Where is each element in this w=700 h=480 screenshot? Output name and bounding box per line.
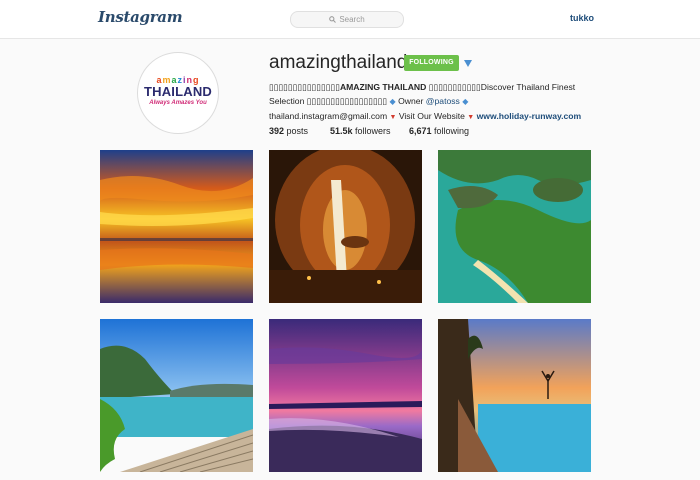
following-count[interactable]: 6,671 following bbox=[409, 126, 469, 136]
search-input[interactable]: Search bbox=[290, 11, 404, 28]
photo-cave-waterfall[interactable] bbox=[269, 150, 422, 303]
bio-line-3: thailand.instagram@gmail.com ▼ Visit Our… bbox=[269, 111, 582, 121]
photo-aerial-island[interactable] bbox=[438, 150, 591, 303]
current-user-link[interactable]: tukko bbox=[570, 13, 594, 23]
contact-email: thailand.instagram@gmail.com bbox=[269, 111, 390, 121]
followers-count[interactable]: 51.5k followers bbox=[330, 126, 391, 136]
photo-sunset-reflection[interactable] bbox=[100, 150, 253, 303]
bio-line-1: ▯▯▯▯▯▯▯▯▯▯▯▯▯▯▯AMAZING THAILAND ▯▯▯▯▯▯▯▯… bbox=[269, 82, 576, 92]
top-navigation-bar: Instagram Search tukko bbox=[0, 0, 700, 39]
instagram-logo[interactable]: Instagram bbox=[98, 8, 183, 26]
profile-bio: ▯▯▯▯▯▯▯▯▯▯▯▯▯▯▯AMAZING THAILAND ▯▯▯▯▯▯▯▯… bbox=[269, 80, 609, 125]
profile-username: amazingthailand bbox=[269, 52, 408, 73]
posts-count: 392 posts bbox=[269, 126, 309, 136]
bio-line-2: Selection ▯▯▯▯▯▯▯▯▯▯▯▯▯▯▯▯▯ ◆ Owner @pat… bbox=[269, 96, 469, 106]
photo-boardwalk-bay[interactable] bbox=[100, 319, 253, 472]
chevron-down-icon[interactable] bbox=[464, 60, 472, 67]
profile-avatar: amazing THAILAND Always Amazes You bbox=[137, 52, 219, 134]
photo-infinity-pool[interactable] bbox=[438, 319, 591, 472]
search-icon bbox=[329, 16, 337, 23]
diamond-icon: ◆ bbox=[462, 97, 469, 106]
following-button[interactable]: FOLLOWING bbox=[404, 55, 459, 71]
owner-mention-link[interactable]: @patoss bbox=[426, 96, 460, 106]
avatar-brand-main: THAILAND bbox=[143, 84, 213, 99]
search-placeholder: Search bbox=[339, 15, 365, 24]
red-triangle-icon: ▼ bbox=[467, 114, 475, 121]
website-link[interactable]: www.holiday-runway.com bbox=[477, 111, 582, 121]
photo-purple-beach[interactable] bbox=[269, 319, 422, 472]
avatar-tagline: Always Amazes You bbox=[149, 100, 207, 106]
